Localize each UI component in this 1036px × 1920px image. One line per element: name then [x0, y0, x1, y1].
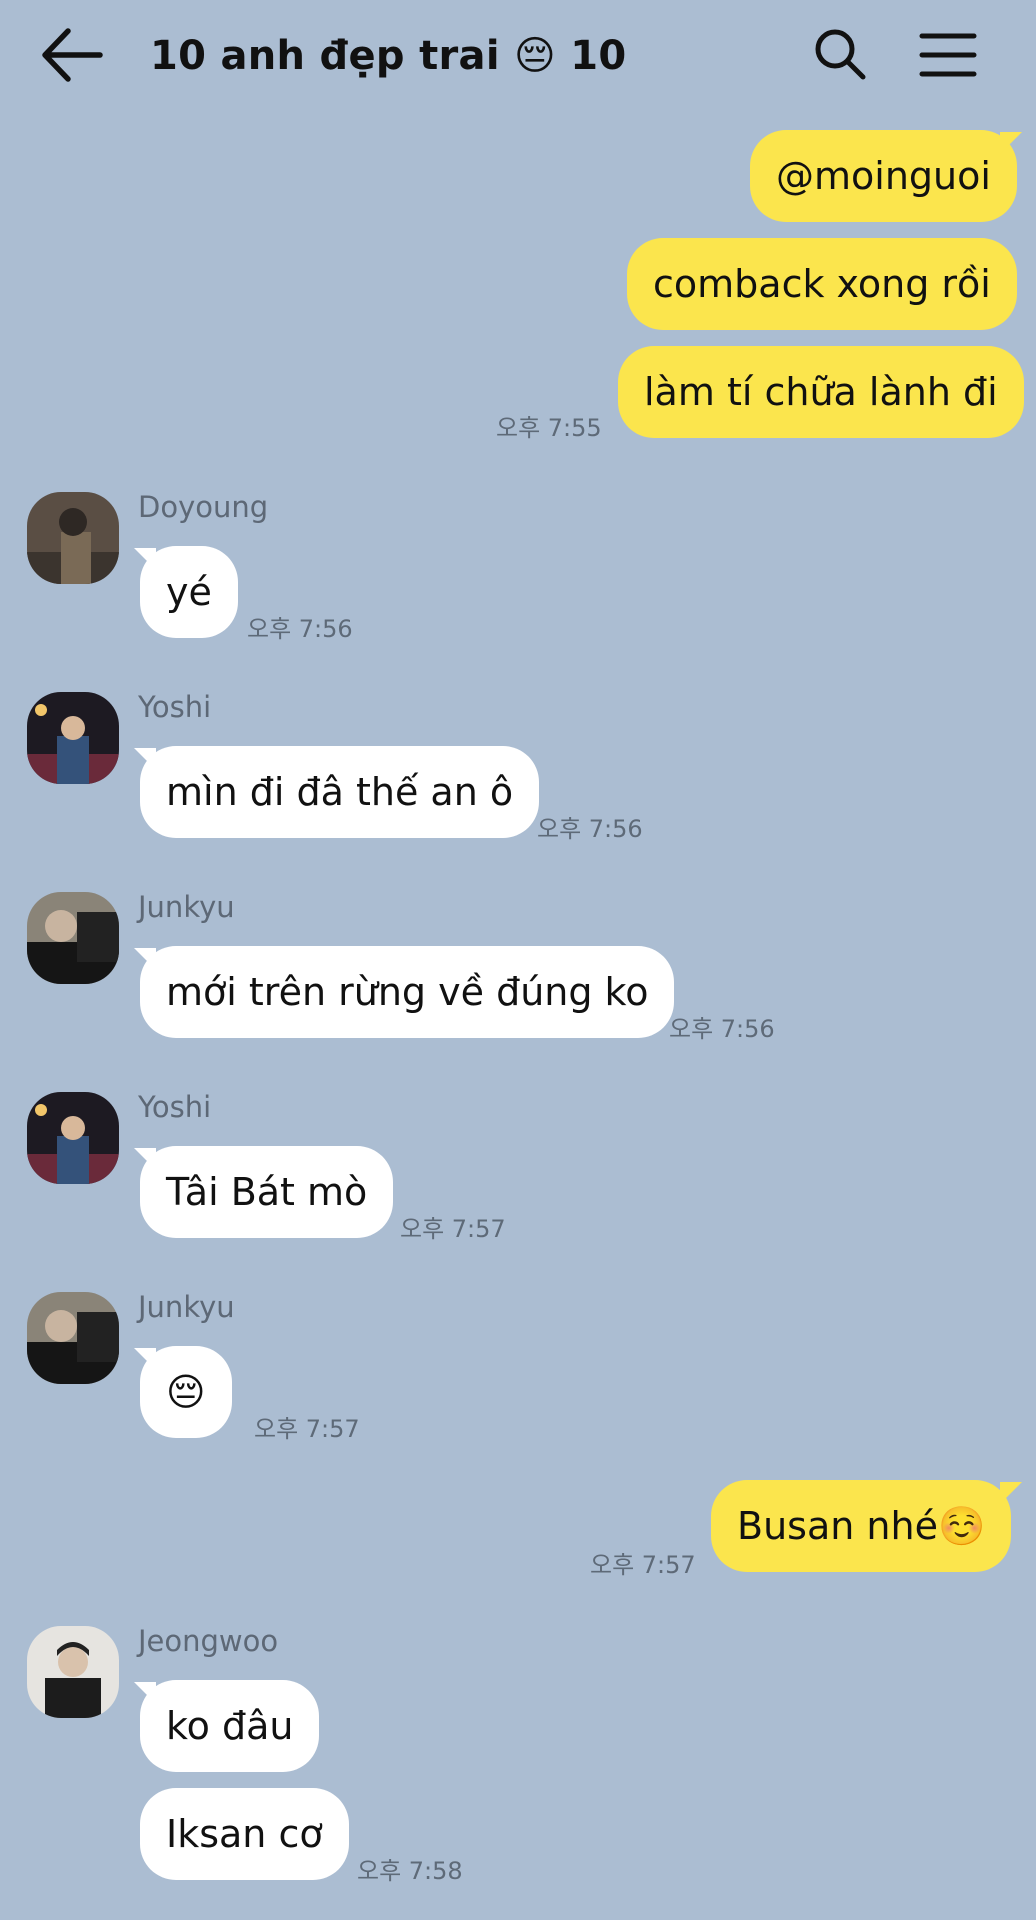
sender-name: Jeongwoo	[138, 1624, 279, 1658]
message-time: 오후 7:55	[496, 414, 602, 442]
message-time: 오후 7:57	[254, 1415, 360, 1443]
incoming-message[interactable]: mìn đi đâ thế an ô	[140, 746, 540, 838]
sender-name: Junkyu	[138, 1290, 235, 1324]
back-button[interactable]	[40, 26, 104, 84]
message-time: 오후 7:56	[537, 815, 643, 843]
chat-title: 10 anh đẹp trai 😔 10	[150, 33, 627, 79]
avatar-junkyu[interactable]	[27, 892, 119, 984]
incoming-message[interactable]: ko đâu	[140, 1680, 320, 1772]
avatar-jeongwoo[interactable]	[27, 1626, 119, 1718]
message-time: 오후 7:56	[669, 1015, 775, 1043]
hamburger-menu-icon	[919, 33, 977, 77]
sender-name: Junkyu	[138, 890, 235, 924]
sender-name: Yoshi	[138, 1090, 212, 1124]
message-time: 오후 7:56	[247, 615, 353, 643]
outgoing-message[interactable]: @moinguoi	[750, 130, 1017, 222]
chat-header: 10 anh đẹp trai 😔 10	[0, 0, 1036, 112]
sender-name: Yoshi	[138, 690, 212, 724]
outgoing-message[interactable]: comback xong rồi	[627, 238, 1017, 330]
outgoing-message[interactable]: Busan nhé☺️	[711, 1480, 1012, 1572]
avatar-junkyu[interactable]	[27, 1292, 119, 1384]
incoming-message[interactable]: Iksan cơ	[140, 1788, 349, 1880]
message-time: 오후 7:57	[400, 1215, 506, 1243]
search-button[interactable]	[812, 26, 868, 82]
incoming-message[interactable]: mới trên rừng về đúng ko	[140, 946, 675, 1038]
menu-button[interactable]	[918, 28, 978, 82]
arrow-left-icon	[42, 28, 103, 82]
outgoing-message[interactable]: làm tí chữa lành đi	[618, 346, 1024, 438]
avatar-yoshi[interactable]	[27, 1092, 119, 1184]
search-icon	[815, 29, 866, 80]
message-time: 오후 7:58	[357, 1857, 463, 1885]
bubble-tail	[1000, 1482, 1022, 1504]
sender-name: Doyoung	[138, 490, 269, 524]
incoming-message[interactable]: Tâi Bát mò	[140, 1146, 394, 1238]
avatar-doyoung[interactable]	[27, 492, 119, 584]
message-time: 오후 7:57	[590, 1551, 696, 1579]
avatar-yoshi[interactable]	[27, 692, 119, 784]
